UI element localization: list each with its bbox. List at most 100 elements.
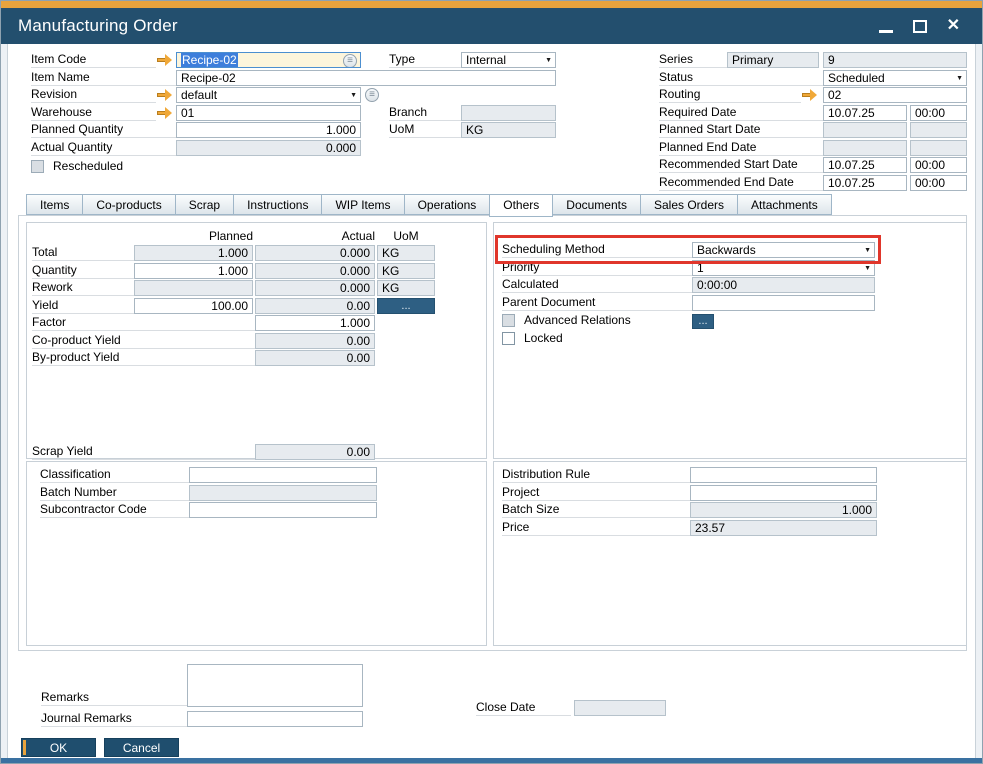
planned-column-header: Planned — [134, 229, 253, 245]
priority-row: Priority 1 — [502, 260, 966, 278]
locked-label: Locked — [524, 331, 563, 346]
yield-actual-field: 0.00 — [255, 298, 375, 314]
maximize-icon[interactable] — [913, 20, 927, 33]
remarks-label: Remarks — [41, 690, 187, 706]
choose-from-list-icon[interactable]: ≡ — [343, 54, 357, 68]
total-planned-field: 1.000 — [134, 245, 253, 261]
cancel-button[interactable]: Cancel — [104, 738, 179, 757]
window-accent-strip — [1, 1, 982, 8]
planned-end-time-field — [910, 140, 967, 156]
batch-size-field: 1.000 — [690, 502, 877, 518]
distribution-rule-input[interactable] — [690, 467, 877, 483]
actual-quantity-label: Actual Quantity — [31, 140, 176, 156]
tab-wip-items[interactable]: WIP Items — [321, 194, 403, 215]
item-code-value: Recipe-02 — [181, 53, 238, 67]
tab-others[interactable]: Others — [489, 194, 553, 217]
recommended-end-time-input[interactable]: 00:00 — [910, 175, 967, 191]
link-arrow-icon[interactable] — [801, 87, 823, 103]
link-arrow-icon[interactable] — [156, 52, 176, 68]
recommended-start-date-input[interactable]: 10.07.25 — [823, 157, 907, 173]
minimize-icon[interactable] — [879, 30, 893, 33]
quantities-header-row: Planned Actual UoM — [32, 229, 486, 245]
required-time-input[interactable]: 00:00 — [910, 105, 967, 121]
tab-documents[interactable]: Documents — [553, 194, 640, 215]
tab-scrap[interactable]: Scrap — [175, 194, 233, 215]
item-name-input[interactable]: Recipe-02 — [176, 70, 556, 86]
routing-input[interactable]: 02 — [823, 87, 967, 103]
quantity-actual-field: 0.000 — [255, 263, 375, 279]
tab-items[interactable]: Items — [26, 194, 82, 215]
priority-dropdown[interactable]: 1 — [692, 260, 875, 276]
locked-checkbox[interactable] — [502, 332, 515, 345]
quantity-uom-field: KG — [377, 263, 435, 279]
close-icon[interactable]: ✕ — [947, 18, 960, 34]
classification-panel: Classification Batch Number Subcontracto… — [26, 461, 487, 646]
item-code-input[interactable]: Recipe-02 ≡ — [176, 52, 361, 68]
status-row: Status Scheduled — [659, 70, 967, 88]
classification-input[interactable] — [189, 467, 377, 483]
project-label: Project — [502, 485, 690, 501]
actual-quantity-field: 0.000 — [176, 140, 361, 156]
quantity-planned-input[interactable]: 1.000 — [134, 263, 253, 279]
link-arrow-icon[interactable] — [156, 105, 176, 121]
warehouse-input[interactable]: 01 — [176, 105, 361, 121]
type-dropdown[interactable]: Internal — [461, 52, 556, 68]
revision-dropdown[interactable]: default — [176, 87, 361, 103]
by-product-yield-field: 0.00 — [255, 350, 375, 366]
ok-button[interactable]: OK — [21, 738, 96, 757]
routing-row: Routing 02 — [659, 87, 967, 105]
tab-attachments[interactable]: Attachments — [737, 194, 832, 215]
required-date-label: Required Date — [659, 105, 823, 121]
tab-operations[interactable]: Operations — [404, 194, 490, 215]
distribution-rule-row: Distribution Rule — [502, 467, 966, 485]
rescheduled-checkbox — [31, 160, 44, 173]
planned-quantity-input[interactable]: 1.000 — [176, 122, 361, 138]
rework-row: Rework 0.000 KG — [32, 280, 486, 298]
price-row: Price 23.57 — [502, 520, 966, 538]
revision-label: Revision — [31, 87, 156, 103]
planned-quantity-label: Planned Quantity — [31, 122, 176, 138]
revision-list-icon[interactable]: ≡ — [365, 88, 379, 102]
scrap-yield-row: Scrap Yield 0.00 — [32, 444, 486, 462]
planned-start-date-label: Planned Start Date — [659, 122, 823, 138]
advanced-relations-row: Advanced Relations ... — [502, 312, 966, 330]
by-product-yield-row: By-product Yield 0.00 — [32, 350, 486, 368]
journal-remarks-input[interactable] — [187, 711, 363, 727]
scheduling-method-row: Scheduling Method Backwards — [502, 242, 966, 260]
recommended-start-time-input[interactable]: 00:00 — [910, 157, 967, 173]
required-date-input[interactable]: 10.07.25 — [823, 105, 907, 121]
tab-instructions[interactable]: Instructions — [233, 194, 321, 215]
recommended-end-date-input[interactable]: 10.07.25 — [823, 175, 907, 191]
scheduling-panel: Scheduling Method Backwards Priority 1 C… — [493, 222, 967, 459]
warehouse-label: Warehouse — [31, 105, 156, 121]
subcontractor-code-label: Subcontractor Code — [40, 502, 189, 518]
tab-co-products[interactable]: Co-products — [82, 194, 174, 215]
factor-input[interactable]: 1.000 — [255, 315, 375, 331]
recommended-start-date-label: Recommended Start Date — [659, 157, 823, 173]
branch-label: Branch — [389, 105, 461, 121]
planned-end-date-label: Planned End Date — [659, 140, 823, 156]
classification-row: Classification — [40, 467, 486, 485]
advanced-relations-label: Advanced Relations — [524, 313, 631, 328]
parent-document-input[interactable] — [692, 295, 875, 311]
advanced-relations-ellipsis-button[interactable]: ... — [692, 314, 714, 329]
tab-strip: Items Co-products Scrap Instructions WIP… — [26, 194, 832, 217]
batch-number-label: Batch Number — [40, 485, 189, 501]
link-arrow-icon[interactable] — [156, 87, 176, 103]
manufacturing-order-window: Manufacturing Order ✕ Item Code Recipe-0… — [0, 0, 983, 764]
price-field: 23.57 — [690, 520, 877, 536]
yield-planned-input[interactable]: 100.00 — [134, 298, 253, 314]
tab-sales-orders[interactable]: Sales Orders — [640, 194, 737, 215]
item-name-row: Item Name Recipe-02 — [31, 70, 559, 88]
remarks-textarea[interactable] — [187, 664, 363, 707]
series-row: Series Primary 9 — [659, 52, 967, 70]
uom-field: KG — [461, 122, 556, 138]
status-label: Status — [659, 70, 823, 86]
rework-actual-field: 0.000 — [255, 280, 375, 296]
scheduling-method-dropdown[interactable]: Backwards — [692, 242, 875, 258]
co-product-yield-label: Co-product Yield — [32, 333, 255, 349]
project-input[interactable] — [690, 485, 877, 501]
status-dropdown[interactable]: Scheduled — [823, 70, 967, 86]
subcontractor-code-input[interactable] — [189, 502, 377, 518]
yield-ellipsis-button[interactable]: ... — [377, 298, 435, 314]
